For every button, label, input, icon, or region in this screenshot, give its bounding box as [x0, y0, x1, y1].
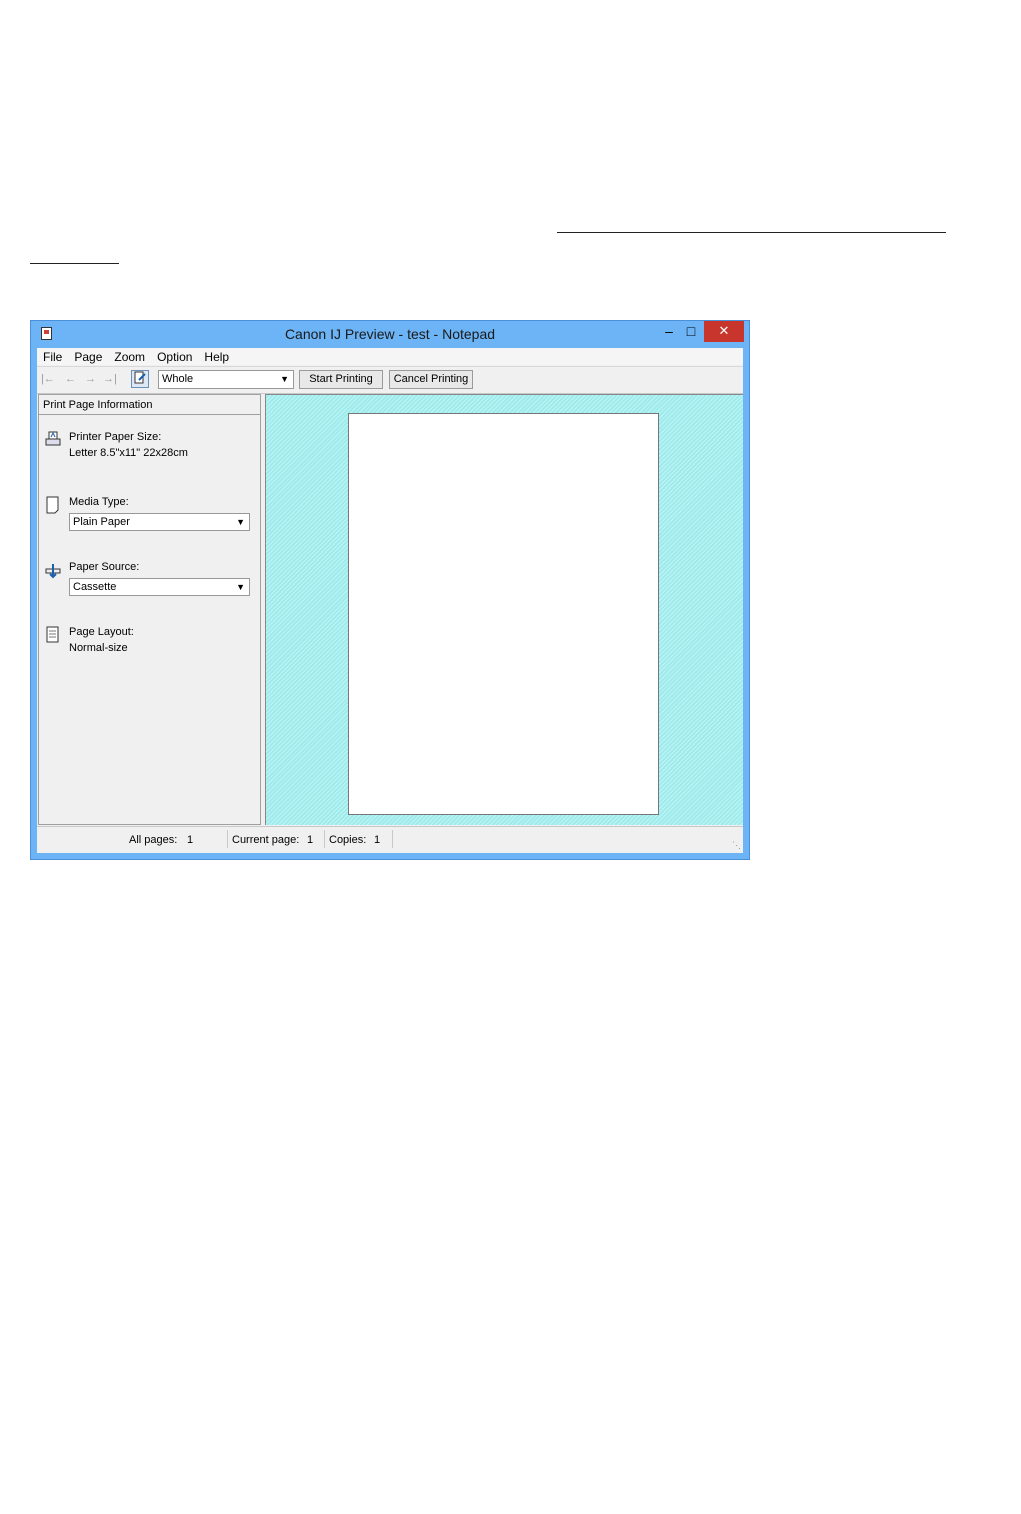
toolbar: |← ← → →| Whole ▼ Start Printing Cancel …: [37, 366, 743, 394]
cancel-printing-button[interactable]: Cancel Printing: [389, 370, 473, 389]
chevron-down-icon: ▼: [280, 374, 289, 384]
menu-bar: File Page Zoom Option Help: [37, 348, 743, 365]
resize-grip-icon[interactable]: ⋱: [732, 840, 741, 851]
paper-source-select[interactable]: Cassette ▼: [69, 578, 250, 596]
menu-zoom[interactable]: Zoom: [108, 348, 151, 365]
window-title: Canon IJ Preview - test - Notepad: [284, 326, 496, 342]
document-link-line-2[interactable]: [30, 263, 119, 264]
page-layout-icon: [46, 626, 59, 643]
media-type-label: Media Type:: [69, 496, 129, 508]
client-area: File Page Zoom Option Help |← ← → →| Who…: [37, 348, 743, 853]
first-page-icon[interactable]: |←: [41, 373, 55, 385]
menu-page[interactable]: Page: [68, 348, 108, 365]
all-pages-label: All pages:: [129, 834, 178, 846]
maximize-button[interactable]: □: [681, 321, 701, 342]
menu-file[interactable]: File: [37, 348, 68, 365]
last-page-icon[interactable]: →|: [103, 373, 117, 385]
copies-value: 1: [374, 834, 381, 846]
page-layout-value: Normal-size: [69, 642, 128, 654]
page-layout-label: Page Layout:: [69, 626, 134, 638]
print-preview-window: Canon IJ Preview - test - Notepad – □ ✕ …: [30, 320, 750, 860]
title-bar[interactable]: Canon IJ Preview - test - Notepad – □ ✕: [31, 321, 749, 348]
page-view-icon[interactable]: [131, 370, 149, 388]
close-button[interactable]: ✕: [704, 321, 744, 342]
media-type-select[interactable]: Plain Paper ▼: [69, 513, 250, 531]
status-divider: [227, 830, 228, 848]
paper-source-label: Paper Source:: [69, 561, 140, 573]
previous-page-icon[interactable]: ←: [65, 373, 76, 385]
menu-help[interactable]: Help: [198, 348, 235, 365]
printer-paper-size-value: Letter 8.5"x11" 22x28cm: [69, 447, 188, 459]
status-divider: [392, 830, 393, 848]
zoom-select-value: Whole: [162, 373, 194, 385]
printer-paper-size-label: Printer Paper Size:: [69, 431, 162, 443]
minimize-button[interactable]: –: [659, 321, 679, 342]
printer-icon: [45, 431, 61, 446]
preview-area[interactable]: [265, 394, 743, 825]
page-preview: [348, 413, 659, 815]
document-link-line-1[interactable]: [557, 232, 946, 233]
panel-header: Print Page Information: [39, 395, 260, 415]
copies-label: Copies:: [329, 834, 367, 846]
status-bar: All pages: 1 Current page: 1 Copies: 1 ⋱: [37, 826, 743, 853]
chevron-down-icon: ▼: [236, 582, 245, 592]
status-divider: [324, 830, 325, 848]
paper-source-value: Cassette: [73, 581, 117, 593]
page-edit-icon: [134, 371, 146, 384]
start-printing-button[interactable]: Start Printing: [299, 370, 383, 389]
menu-option[interactable]: Option: [151, 348, 198, 365]
paper-icon: [46, 496, 59, 514]
current-page-value: 1: [307, 834, 314, 846]
current-page-label: Current page:: [232, 834, 300, 846]
paper-source-icon: [45, 564, 61, 579]
all-pages-value: 1: [187, 834, 194, 846]
media-type-value: Plain Paper: [73, 516, 130, 528]
print-page-information-panel: Print Page Information Printer Paper Siz…: [38, 394, 261, 825]
chevron-down-icon: ▼: [236, 517, 245, 527]
zoom-select[interactable]: Whole ▼: [158, 370, 294, 389]
next-page-icon[interactable]: →: [85, 373, 96, 385]
